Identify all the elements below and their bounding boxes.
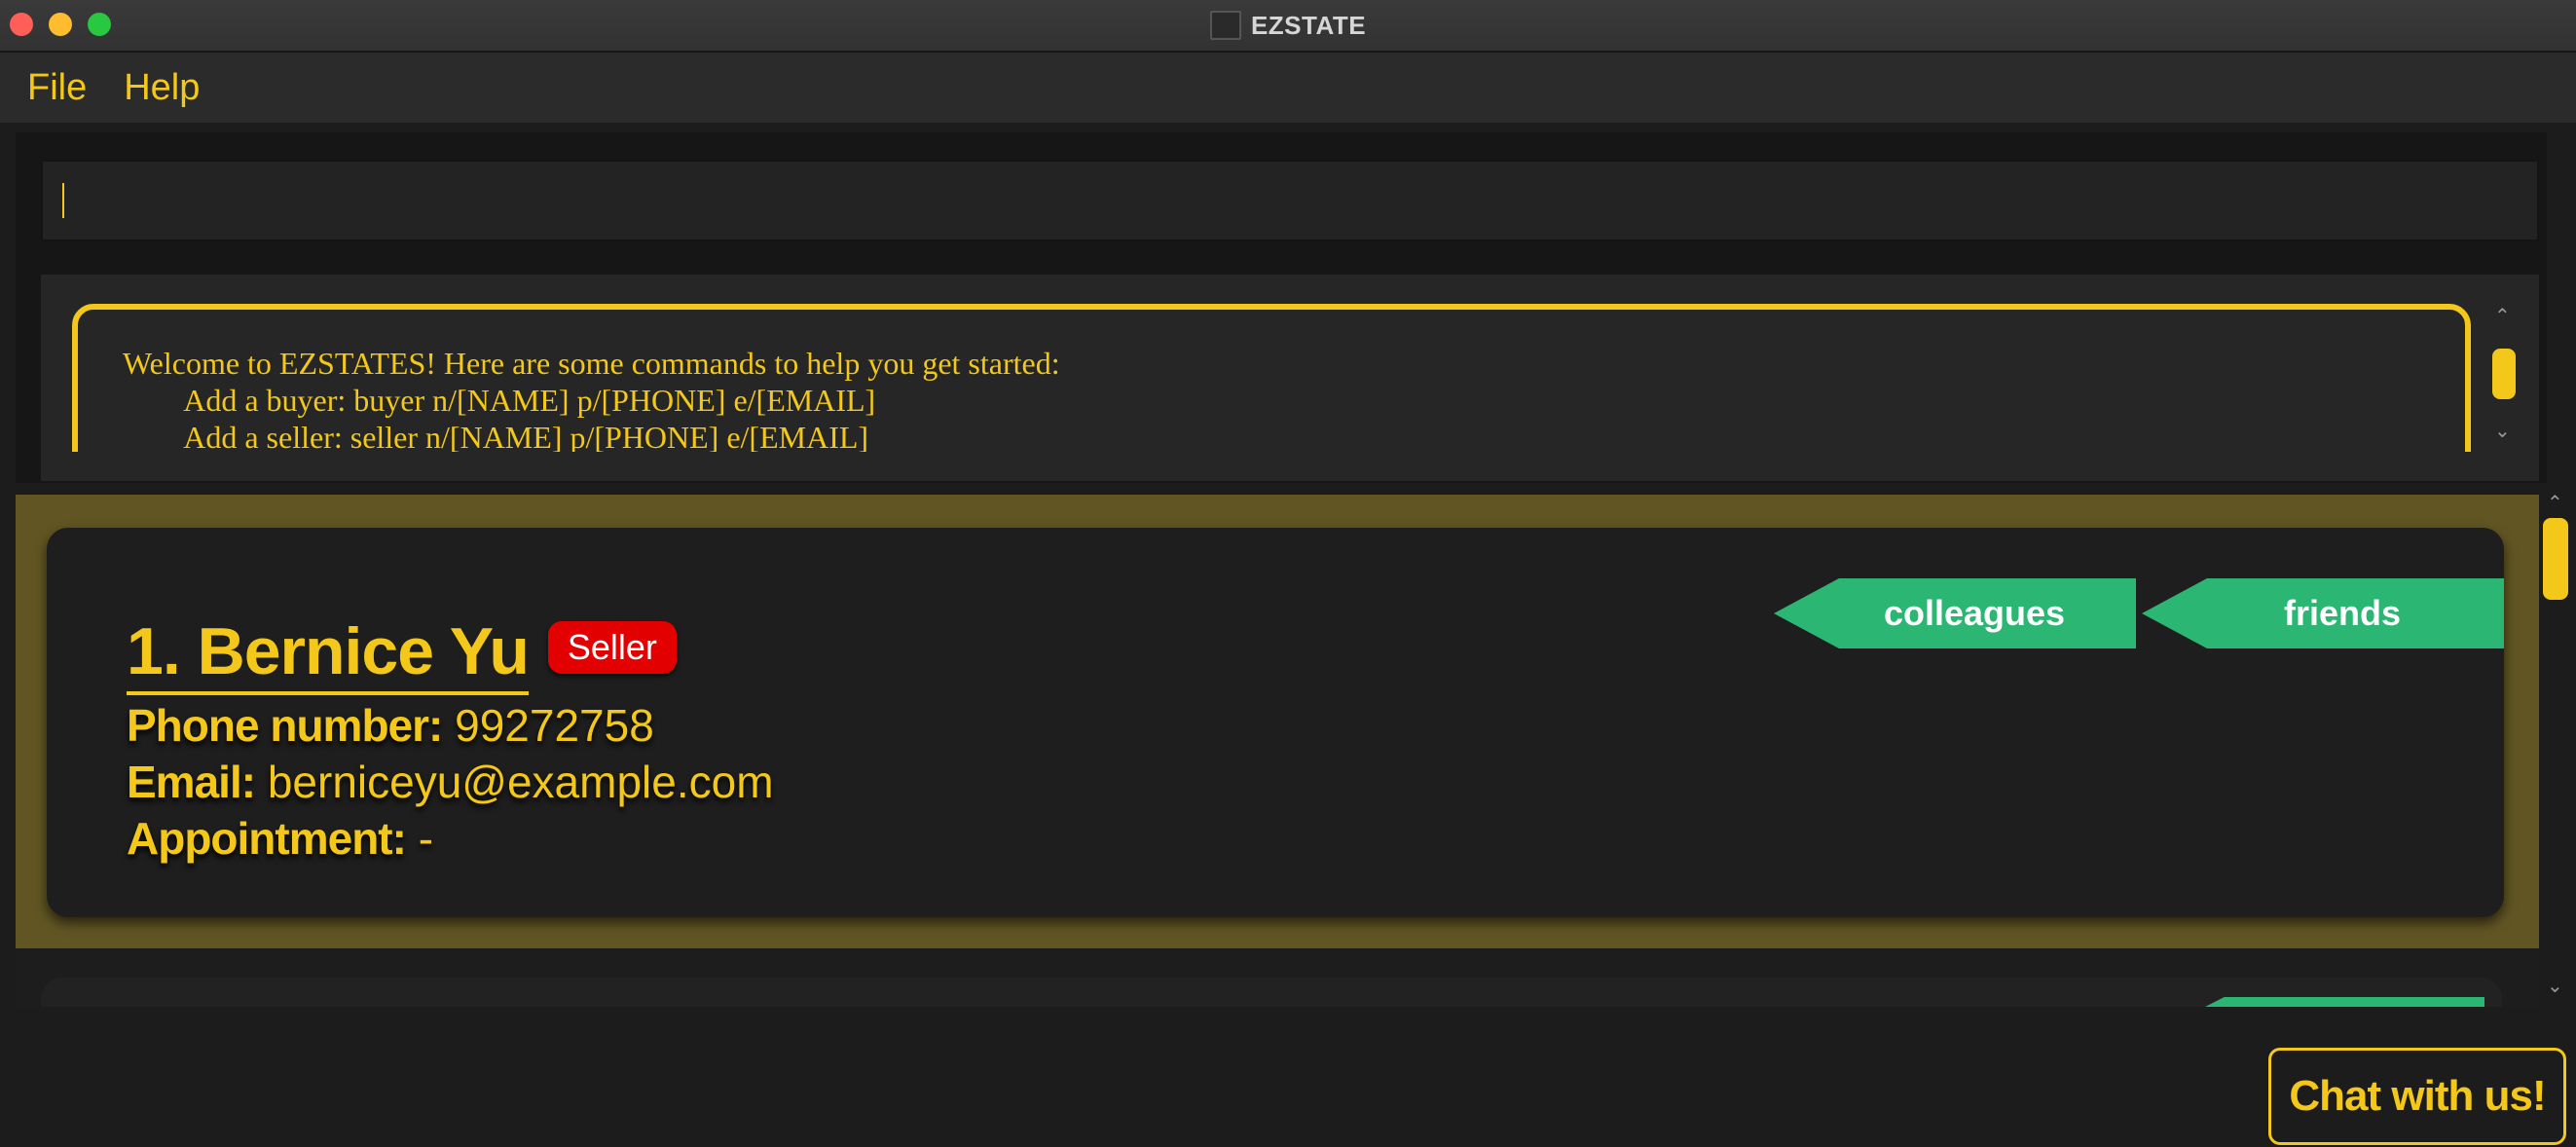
result-display-panel: Welcome to EZSTATES! Here are some comma… — [41, 275, 2539, 481]
command-input[interactable] — [41, 160, 2539, 241]
window-title: EZSTATE — [1250, 10, 1367, 40]
email-value: berniceyu@example.com — [267, 757, 774, 807]
result-scrollbar-thumb[interactable] — [2492, 349, 2516, 399]
window-title-group: EZSTATE — [0, 0, 2576, 51]
phone-value: 99272758 — [455, 700, 654, 751]
person-phone: Phone number: 99272758 — [127, 699, 654, 752]
person-appointment: Appointment: - — [127, 812, 433, 865]
person-list[interactable]: 1. Bernice Yu Seller Phone number: 99272… — [16, 495, 2539, 1007]
appointment-label: Appointment: — [127, 813, 407, 864]
menu-file[interactable]: File — [14, 67, 100, 109]
appointment-value: - — [418, 813, 434, 864]
scroll-down-arrow-icon[interactable]: ⌄ — [2494, 419, 2511, 443]
result-display-text: Welcome to EZSTATES! Here are some comma… — [123, 346, 1060, 452]
phone-label: Phone number: — [127, 700, 443, 751]
list-scroll-up-arrow-icon[interactable]: ⌃ — [2547, 491, 2563, 515]
chat-with-us-button[interactable]: Chat with us! — [2268, 1048, 2566, 1145]
person-name-row: 1. Bernice Yu Seller — [127, 613, 677, 695]
result-display-viewport[interactable]: Welcome to EZSTATES! Here are some comma… — [41, 275, 2539, 452]
tag-colleagues: colleagues — [1774, 578, 2136, 648]
person-card-partial[interactable] — [41, 978, 2502, 1007]
result-display-box: Welcome to EZSTATES! Here are some comma… — [72, 304, 2471, 452]
person-list-row-selected[interactable]: 1. Bernice Yu Seller Phone number: 99272… — [16, 495, 2539, 948]
scroll-up-arrow-icon[interactable]: ⌃ — [2494, 304, 2511, 328]
menu-bar: File Help — [0, 53, 2576, 123]
role-badge: Seller — [547, 621, 677, 674]
person-card[interactable]: 1. Bernice Yu Seller Phone number: 99272… — [47, 528, 2504, 917]
list-scroll-down-arrow-icon[interactable]: ⌄ — [2547, 974, 2563, 998]
person-list-scrollbar-thumb[interactable] — [2543, 518, 2568, 600]
email-label: Email: — [127, 757, 256, 807]
person-list-scrollbar[interactable]: ⌃ ⌄ — [2539, 493, 2574, 1007]
command-caret-wrap — [41, 160, 64, 241]
tag-friends: friends — [2142, 578, 2504, 648]
result-scrollbar[interactable]: ⌃ ⌄ — [2486, 304, 2521, 452]
title-bar: EZSTATE — [0, 0, 2576, 53]
menu-help[interactable]: Help — [110, 67, 213, 109]
text-caret — [62, 183, 64, 218]
person-email: Email: berniceyu@example.com — [127, 756, 774, 808]
app-icon — [1209, 11, 1241, 40]
person-name: 1. Bernice Yu — [127, 613, 530, 695]
